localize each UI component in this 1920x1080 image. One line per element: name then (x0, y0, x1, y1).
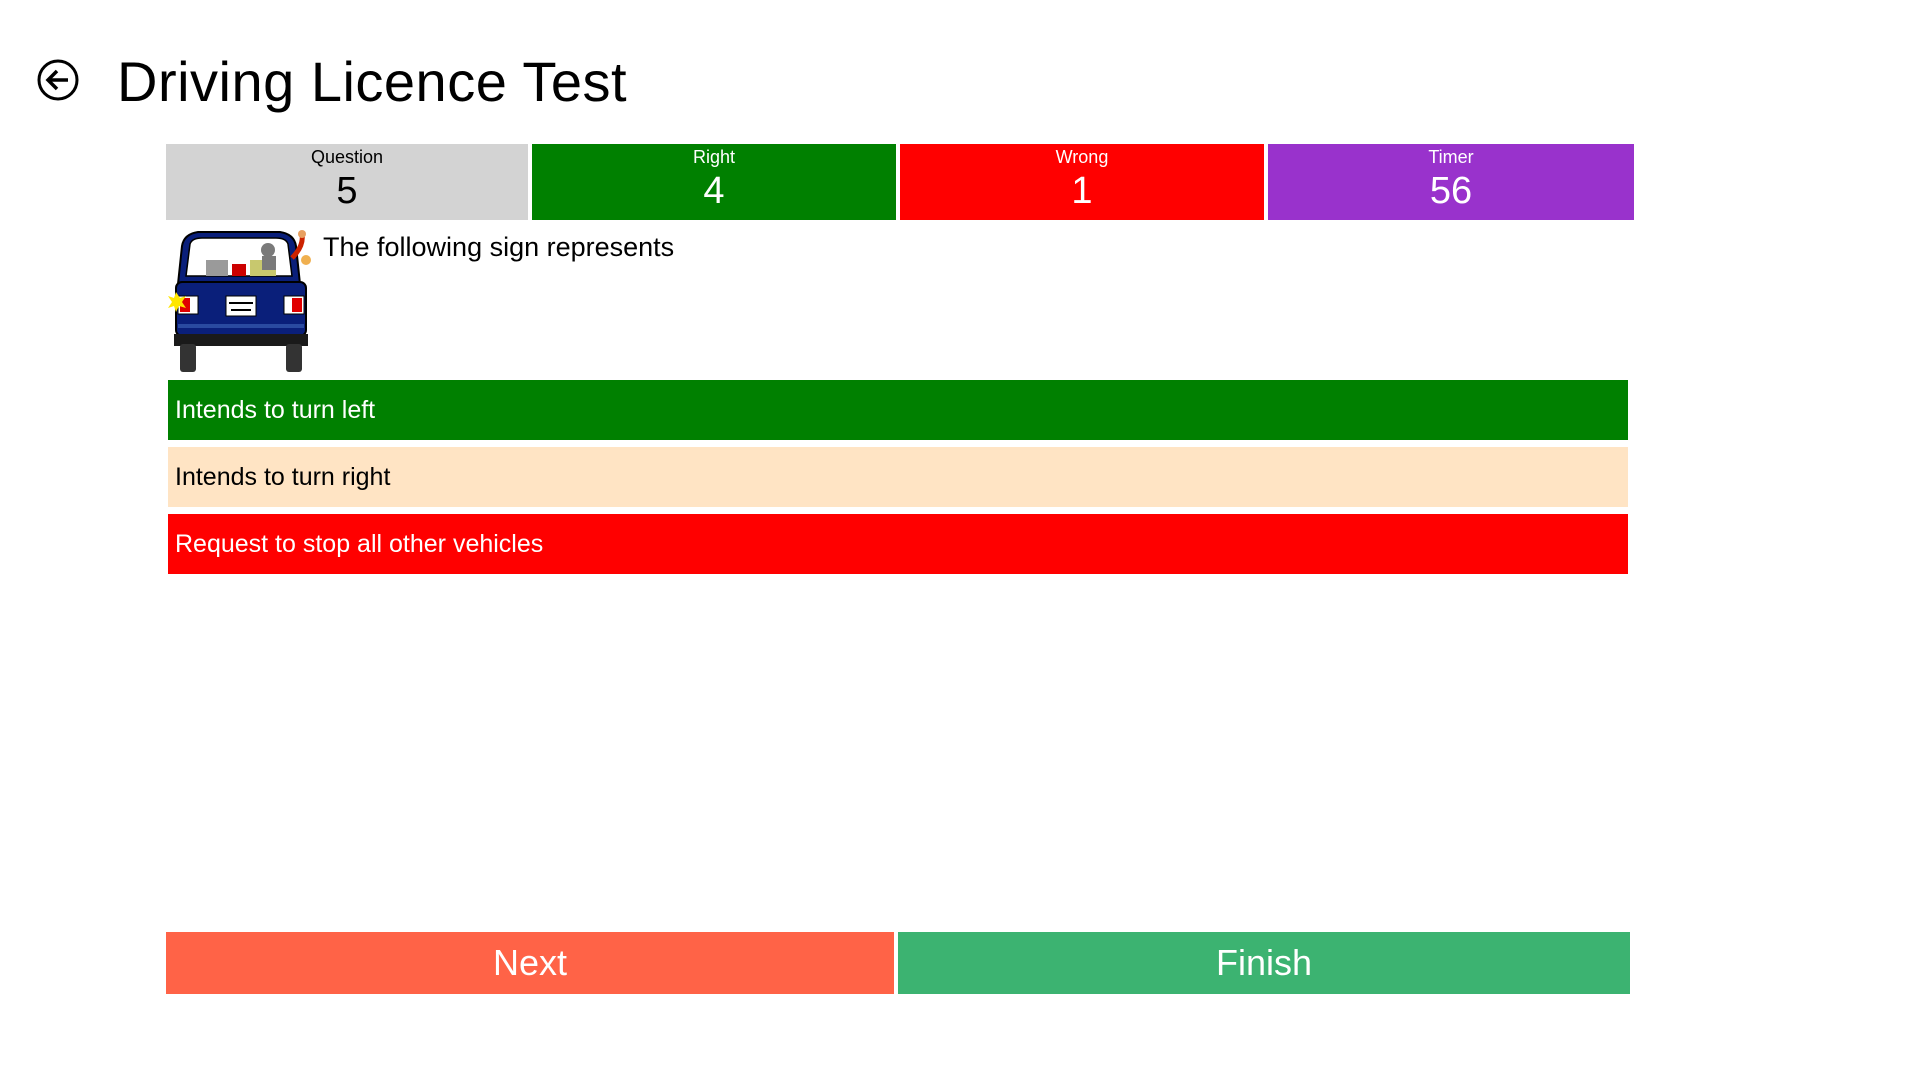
question-counter-tile: Question 5 (166, 144, 528, 220)
back-arrow-icon[interactable] (36, 58, 80, 102)
question-text: The following sign represents (323, 232, 675, 262)
score-bar: Question 5 Right 4 Wrong 1 Timer 56 (166, 144, 1634, 220)
question-image (168, 226, 314, 374)
finish-button[interactable]: Finish (898, 932, 1630, 994)
timer-tile: Timer 56 (1268, 144, 1634, 220)
answer-option-correct[interactable]: Intends to turn left (168, 380, 1628, 440)
page-title: Driving Licence Test (117, 50, 628, 113)
timer-label: Timer (1428, 147, 1474, 167)
answer-option-wrong[interactable]: Request to stop all other vehicles (168, 514, 1628, 574)
wrong-count-label: Wrong (1055, 147, 1109, 167)
question-counter-value: 5 (336, 170, 358, 212)
timer-value: 56 (1429, 170, 1473, 212)
question-counter-label: Question (310, 147, 384, 167)
right-count-label: Right (692, 147, 736, 167)
right-count-tile: Right 4 (532, 144, 896, 220)
next-button[interactable]: Next (166, 932, 894, 994)
answer-option[interactable]: Intends to turn right (168, 447, 1628, 507)
quiz-page: Driving Licence Test Question 5 Right 4 … (0, 0, 1920, 1080)
wrong-count-value: 1 (1071, 170, 1093, 212)
wrong-count-tile: Wrong 1 (900, 144, 1264, 220)
right-count-value: 4 (703, 170, 725, 212)
